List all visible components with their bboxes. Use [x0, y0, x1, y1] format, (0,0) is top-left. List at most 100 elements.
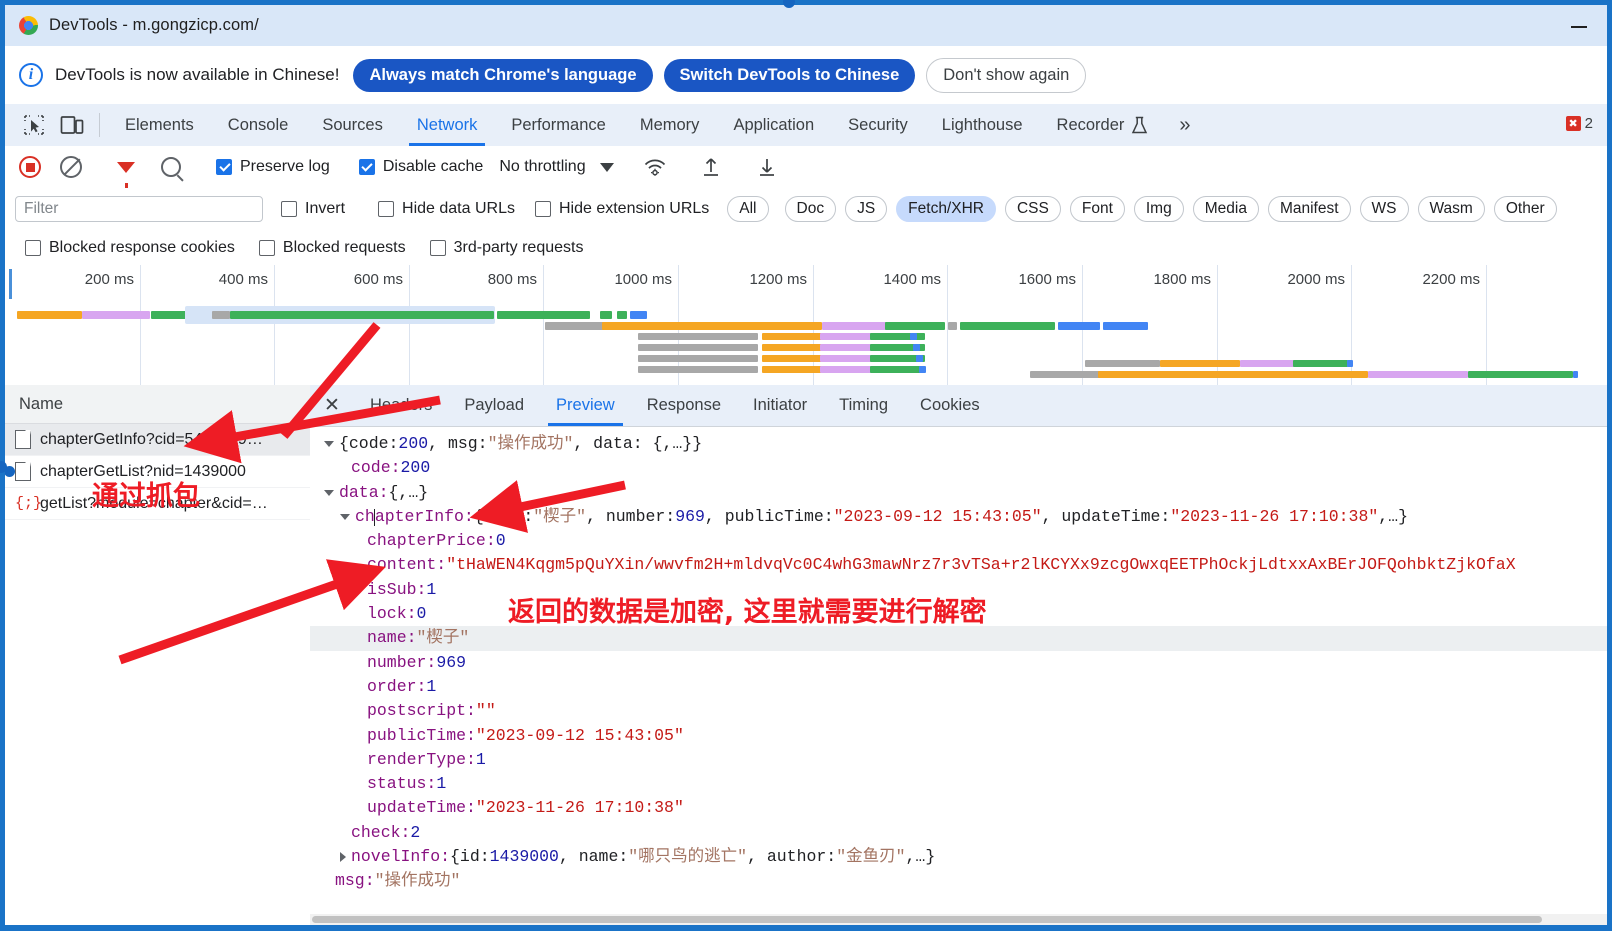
- json-line[interactable]: status: 1: [310, 772, 1607, 796]
- json-line[interactable]: ch apterInfo: {name: "楔子", number: 969, p…: [310, 505, 1607, 529]
- horizontal-scrollbar-thumb[interactable]: [312, 916, 1542, 923]
- export-har-icon[interactable]: [748, 156, 786, 178]
- resource-type-manifest[interactable]: Manifest: [1267, 196, 1351, 222]
- preview-json-tree[interactable]: {code: 200, msg: "操作成功", data: {,…}} code…: [310, 427, 1607, 894]
- resource-type-media[interactable]: Media: [1192, 196, 1259, 222]
- hide-data-urls-checkbox[interactable]: Hide data URLs: [378, 200, 515, 218]
- json-line[interactable]: data: {,…}: [310, 481, 1607, 505]
- details-tab-preview[interactable]: Preview: [540, 385, 631, 426]
- preserve-log-checkbox[interactable]: Preserve log: [216, 158, 330, 176]
- details-tab-cookies[interactable]: Cookies: [904, 385, 996, 426]
- network-overview[interactable]: 200 ms 400 ms 600 ms 800 ms 1000 ms 1200 ms 14…: [5, 265, 1607, 385]
- json-line[interactable]: postscript: "": [310, 699, 1607, 723]
- chevron-down-icon[interactable]: [599, 162, 614, 172]
- inspect-element-icon[interactable]: [15, 104, 53, 146]
- tab-sources[interactable]: Sources: [305, 104, 400, 146]
- throttling-select[interactable]: No throttling: [499, 158, 585, 176]
- json-line[interactable]: updateTime: "2023-11-26 17:10:38": [310, 796, 1607, 820]
- tab-security[interactable]: Security: [831, 104, 925, 146]
- hide-extension-urls-checkbox[interactable]: Hide extension URLs: [534, 200, 710, 218]
- json-line[interactable]: novelInfo: {id: 1439000, name: "哪只鸟的逃亡",…: [310, 845, 1607, 869]
- json-line[interactable]: publicTime: "2023-09-12 15:43:05": [310, 724, 1607, 748]
- json-line[interactable]: code: 200: [310, 456, 1607, 480]
- tab-performance[interactable]: Performance: [494, 104, 622, 146]
- json-line[interactable]: {code: 200, msg: "操作成功", data: {,…}}: [310, 432, 1607, 456]
- filter-input[interactable]: [15, 196, 263, 222]
- tab-console[interactable]: Console: [211, 104, 306, 146]
- json-token: , updateTime:: [1041, 506, 1171, 526]
- invert-box: [281, 201, 297, 217]
- disable-cache-checkbox[interactable]: Disable cache: [358, 158, 483, 176]
- resource-type-ws[interactable]: WS: [1359, 196, 1409, 222]
- waterfall-bar: [1030, 371, 1100, 378]
- resource-type-all[interactable]: All: [727, 196, 769, 222]
- request-row[interactable]: {;} getList?module=chapter&cid=…: [5, 488, 310, 520]
- expand-triangle-closed-icon[interactable]: [340, 852, 346, 863]
- filter-funnel-icon[interactable]: [117, 161, 135, 190]
- json-line[interactable]: content: "tHaWEN4Kqgm5pQuYXin/wwvfm2H+ml…: [310, 553, 1607, 577]
- json-line[interactable]: order: 1: [310, 675, 1607, 699]
- json-token: "2023-09-12 15:43:05": [475, 725, 684, 745]
- details-tab-payload[interactable]: Payload: [448, 385, 540, 426]
- tab-network[interactable]: Network: [400, 104, 495, 146]
- request-row[interactable]: chapterGetInfo?cid=5454109…: [5, 424, 310, 456]
- blocked-requests-checkbox[interactable]: Blocked requests: [258, 239, 406, 257]
- dont-show-again-button[interactable]: Don't show again: [926, 57, 1087, 93]
- import-har-icon[interactable]: [692, 156, 730, 178]
- more-tabs-button[interactable]: »: [1165, 104, 1204, 146]
- request-row[interactable]: chapterGetList?nid=1439000: [5, 456, 310, 488]
- details-tab-strip: ✕ Headers Payload Preview Response Initiator…: [310, 385, 1607, 427]
- json-line[interactable]: isSub: 1: [310, 578, 1607, 602]
- always-match-language-button[interactable]: Always match Chrome's language: [353, 58, 653, 92]
- tab-memory[interactable]: Memory: [623, 104, 717, 146]
- json-line[interactable]: chapterPrice: 0: [310, 529, 1607, 553]
- third-party-requests-checkbox[interactable]: 3rd-party requests: [429, 239, 583, 257]
- json-line[interactable]: number: 969: [310, 651, 1607, 675]
- resource-type-img[interactable]: Img: [1133, 196, 1184, 222]
- expand-triangle-open-icon[interactable]: [324, 441, 334, 448]
- details-tab-timing[interactable]: Timing: [823, 385, 904, 426]
- json-token: msg:: [335, 871, 375, 891]
- json-line[interactable]: lock: 0: [310, 602, 1607, 626]
- tab-lighthouse[interactable]: Lighthouse: [925, 104, 1040, 146]
- resource-type-other[interactable]: Other: [1493, 196, 1557, 222]
- hide-extension-urls-label: Hide extension URLs: [558, 200, 710, 217]
- requests-column-header[interactable]: Name: [5, 385, 310, 424]
- details-tab-response[interactable]: Response: [631, 385, 737, 426]
- json-line[interactable]: renderType: 1: [310, 748, 1607, 772]
- device-toolbar-icon[interactable]: [53, 104, 91, 146]
- blocked-response-cookies-checkbox[interactable]: Blocked response cookies: [25, 239, 235, 257]
- search-icon[interactable]: [161, 157, 181, 177]
- overview-tick-label: 600 ms: [353, 271, 403, 288]
- expand-triangle-open-icon[interactable]: [324, 489, 334, 496]
- resource-type-wasm[interactable]: Wasm: [1417, 196, 1485, 222]
- tab-elements[interactable]: Elements: [108, 104, 211, 146]
- invert-checkbox[interactable]: Invert: [281, 200, 345, 218]
- resource-type-font[interactable]: Font: [1069, 196, 1125, 222]
- json-line[interactable]: check: 2: [310, 821, 1607, 845]
- details-tab-initiator[interactable]: Initiator: [737, 385, 823, 426]
- error-badge[interactable]: ✖ 2: [1565, 115, 1593, 132]
- json-token: 200: [400, 458, 431, 478]
- expand-triangle-open-icon[interactable]: [340, 514, 350, 521]
- resource-type-js[interactable]: JS: [845, 196, 888, 222]
- horizontal-scrollbar[interactable]: [310, 914, 1607, 925]
- json-token: 2: [410, 822, 421, 842]
- record-stop-icon[interactable]: [19, 156, 41, 178]
- json-token: content:: [367, 555, 447, 575]
- details-tab-headers[interactable]: Headers: [354, 385, 448, 426]
- json-line[interactable]: msg: "操作成功": [310, 869, 1607, 893]
- json-line[interactable]: name: "楔子": [310, 626, 1607, 651]
- switch-devtools-to-chinese-button[interactable]: Switch DevTools to Chinese: [663, 58, 916, 92]
- tab-application[interactable]: Application: [716, 104, 831, 146]
- tab-recorder[interactable]: Recorder: [1040, 104, 1166, 146]
- close-icon[interactable]: ✕: [310, 385, 354, 426]
- waterfall-bar: [602, 322, 822, 330]
- resource-type-css[interactable]: CSS: [1004, 196, 1061, 222]
- clear-icon[interactable]: [60, 156, 82, 178]
- minimize-button[interactable]: [1569, 17, 1589, 35]
- resource-type-fetch-xhr[interactable]: Fetch/XHR: [896, 196, 996, 222]
- resource-type-doc[interactable]: Doc: [784, 196, 837, 222]
- network-conditions-icon[interactable]: [636, 157, 674, 177]
- blocked-requests-box: [258, 239, 275, 256]
